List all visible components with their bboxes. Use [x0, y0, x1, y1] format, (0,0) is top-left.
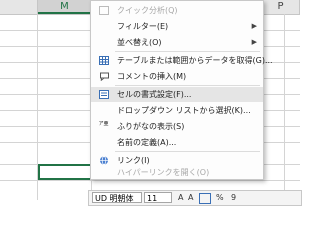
menu-item-show-furigana[interactable]: ア亜 ふりがなの表示(S)	[91, 119, 263, 134]
percent-style-button[interactable]: %	[216, 192, 224, 204]
quick-analysis-icon	[99, 6, 109, 15]
menu-item-define-name[interactable]: 名前の定義(A)...	[91, 135, 263, 150]
menu-item-filter[interactable]: フィルター(E) ▶	[91, 19, 263, 34]
context-menu: クイック分析(Q) フィルター(E) ▶ 並べ替え(O) ▶ テーブルまたは範囲…	[90, 0, 273, 180]
menu-separator	[115, 151, 260, 152]
menu-item-quick-analysis[interactable]: クイック分析(Q)	[91, 3, 263, 18]
font-shrink-button[interactable]: A	[188, 192, 193, 204]
menu-item-get-data[interactable]: テーブルまたは範囲からデータを取得(G)...	[91, 53, 273, 68]
mini-toolbar: UD 明朝体 11 A A % 9	[88, 190, 302, 206]
column-header-m[interactable]: M	[38, 0, 92, 14]
column-header-p[interactable]: P	[262, 0, 300, 14]
menu-separator	[115, 51, 260, 52]
furigana-icon: ア亜	[98, 121, 109, 127]
column-header-l[interactable]	[0, 0, 38, 14]
menu-separator	[115, 85, 260, 86]
font-name-select[interactable]: UD 明朝体	[92, 192, 142, 203]
format-cells-icon	[99, 90, 109, 99]
menu-item-open-hyperlink[interactable]: ハイパーリンクを開く(O)	[91, 165, 263, 180]
font-size-select[interactable]: 11	[144, 192, 172, 203]
grid-row-line	[0, 180, 300, 181]
menu-item-format-cells[interactable]: セルの書式設定(F)...	[91, 87, 263, 102]
active-cell[interactable]	[38, 164, 92, 180]
menu-item-dropdown-list[interactable]: ドロップダウン リストから選択(K)...	[91, 103, 263, 118]
comment-icon	[99, 72, 109, 81]
menu-item-insert-comment[interactable]: コメントの挿入(M)	[91, 69, 263, 84]
menu-item-sort[interactable]: 並べ替え(O) ▶	[91, 35, 263, 50]
comma-style-button[interactable]: 9	[231, 192, 236, 204]
submenu-arrow-icon: ▶	[251, 22, 257, 30]
submenu-arrow-icon: ▶	[251, 38, 257, 46]
table-icon	[99, 56, 109, 65]
link-icon	[99, 156, 109, 165]
accounting-format-icon[interactable]	[199, 193, 211, 204]
font-grow-button[interactable]: A	[178, 192, 183, 204]
grid-column-line	[284, 14, 285, 200]
